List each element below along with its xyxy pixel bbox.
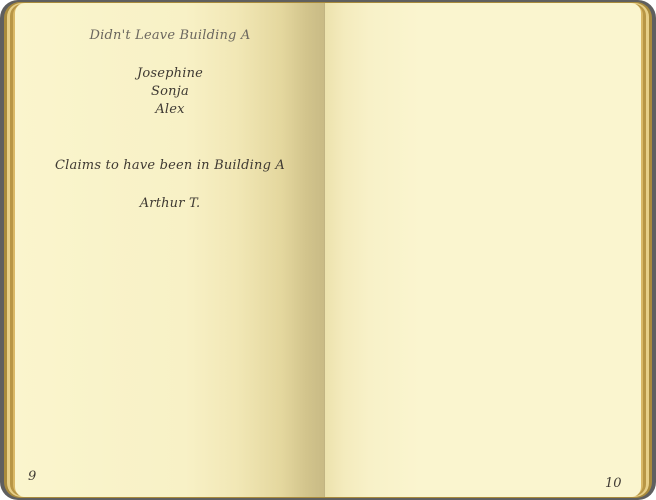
notebook: Didn't Leave Building A Josephine Sonja … [0,0,656,500]
right-page[interactable]: 10 [325,3,641,497]
name-entry: Arthur T. [139,196,201,211]
heading-didnt-leave: Didn't Leave Building A [89,28,251,43]
name-entry: Sonja [151,84,189,99]
left-page[interactable]: Didn't Leave Building A Josephine Sonja … [15,3,325,497]
heading-claims-building-a: Claims to have been in Building A [54,158,286,173]
name-entry: Alex [155,102,185,117]
page-number-left: 9 [28,469,37,484]
page-number-right: 10 [605,476,622,491]
name-entry: Josephine [136,66,204,81]
